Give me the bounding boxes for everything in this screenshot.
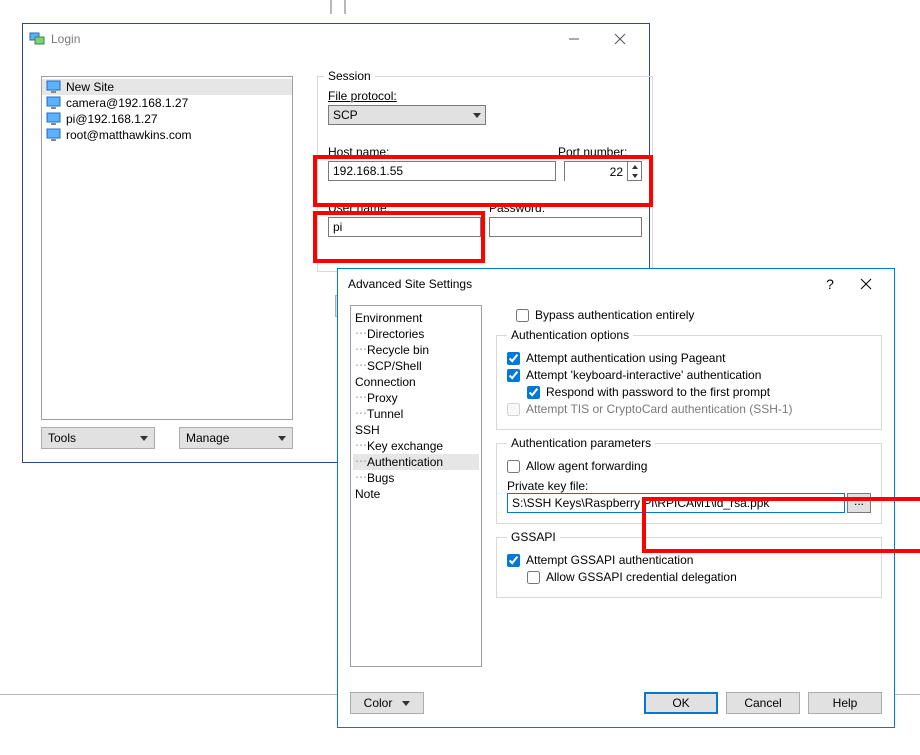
minimize-button[interactable] <box>551 25 597 53</box>
tis-checkbox: Attempt TIS or CryptoCard authentication… <box>507 402 871 416</box>
site-item[interactable]: camera@192.168.1.27 <box>42 95 292 111</box>
login-titlebar: Login <box>23 24 649 54</box>
pageant-checkbox[interactable]: Attempt authentication using Pageant <box>507 351 871 365</box>
close-button[interactable] <box>848 278 884 290</box>
tree-directories[interactable]: Directories <box>353 326 479 342</box>
chevron-down-icon <box>402 701 410 706</box>
gssapi-attempt-checkbox[interactable]: Attempt GSSAPI authentication <box>507 553 871 567</box>
file-protocol-select[interactable]: SCP <box>328 105 486 125</box>
tree-scpshell[interactable]: SCP/Shell <box>353 358 479 374</box>
tree-tunnel[interactable]: Tunnel <box>353 406 479 422</box>
site-item-new[interactable]: New Site <box>42 79 292 95</box>
agent-fwd-checkbox[interactable]: Allow agent forwarding <box>507 459 871 473</box>
advanced-settings-window: Advanced Site Settings ? Environment Dir… <box>337 268 895 728</box>
app-icon <box>29 31 45 47</box>
tree-authentication[interactable]: Authentication <box>353 454 479 470</box>
help-icon[interactable]: ? <box>812 276 848 292</box>
highlight-username <box>313 211 485 263</box>
ok-button[interactable]: OK <box>644 692 718 714</box>
site-list[interactable]: New Site camera@192.168.1.27 pi@192.168.… <box>41 76 293 420</box>
advanced-titlebar: Advanced Site Settings ? <box>338 269 894 299</box>
tree-connection[interactable]: Connection <box>353 374 479 390</box>
password-input[interactable] <box>489 217 642 237</box>
tools-button[interactable]: Tools <box>41 427 155 449</box>
site-item[interactable]: root@matthawkins.com <box>42 127 292 143</box>
tree-keyexchange[interactable]: Key exchange <box>353 438 479 454</box>
advanced-title: Advanced Site Settings <box>348 277 812 291</box>
help-button[interactable]: Help <box>808 692 882 714</box>
color-button[interactable]: Color <box>350 692 424 714</box>
bypass-checkbox[interactable]: Bypass authentication entirely <box>516 308 882 322</box>
kbi-checkbox[interactable]: Attempt 'keyboard-interactive' authentic… <box>507 368 871 382</box>
highlight-private-key <box>642 497 920 553</box>
tree-proxy[interactable]: Proxy <box>353 390 479 406</box>
respond-checkbox[interactable]: Respond with password to the first promp… <box>527 385 871 399</box>
site-item-label: camera@192.168.1.27 <box>66 96 188 110</box>
site-item-label: root@matthawkins.com <box>66 128 192 142</box>
tree-recycle[interactable]: Recycle bin <box>353 342 479 358</box>
cancel-button[interactable]: Cancel <box>726 692 800 714</box>
auth-options-group: Authentication options Attempt authentic… <box>496 328 882 430</box>
highlight-host-port <box>313 155 653 207</box>
tree-note[interactable]: Note <box>353 486 479 502</box>
gssapi-legend: GSSAPI <box>507 530 560 544</box>
site-item-label: pi@192.168.1.27 <box>66 112 158 126</box>
file-protocol-label: File protocol: <box>328 89 642 103</box>
tree-environment[interactable]: Environment <box>353 310 479 326</box>
tree-ssh[interactable]: SSH <box>353 422 479 438</box>
manage-button[interactable]: Manage <box>179 427 293 449</box>
auth-options-legend: Authentication options <box>507 328 633 342</box>
close-button[interactable] <box>597 25 643 53</box>
settings-tree[interactable]: Environment Directories Recycle bin SCP/… <box>350 305 482 667</box>
session-legend: Session <box>324 69 375 83</box>
tree-bugs[interactable]: Bugs <box>353 470 479 486</box>
chevron-down-icon <box>140 436 148 441</box>
pk-label: Private key file: <box>507 479 871 493</box>
login-title: Login <box>51 32 551 46</box>
chevron-down-icon <box>278 436 286 441</box>
gssapi-deleg-checkbox[interactable]: Allow GSSAPI credential delegation <box>527 570 871 584</box>
site-item-label: New Site <box>66 80 114 94</box>
auth-params-legend: Authentication parameters <box>507 436 655 450</box>
site-item[interactable]: pi@192.168.1.27 <box>42 111 292 127</box>
chevron-down-icon <box>473 113 481 118</box>
